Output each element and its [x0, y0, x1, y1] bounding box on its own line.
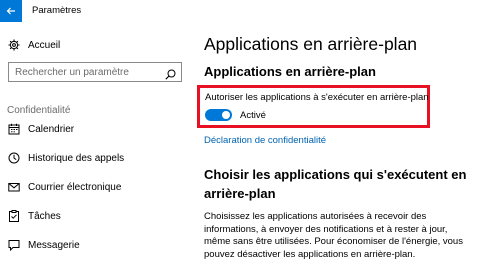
choose-apps-heading: Choisir les applications qui s'exécutent… [204, 167, 467, 201]
sidebar: Accueil Confidentialité Calendrier [0, 22, 190, 266]
search-icon[interactable] [165, 67, 176, 80]
toggle-state-label: Activé [240, 110, 266, 121]
mail-icon [8, 181, 20, 193]
back-button[interactable] [0, 0, 22, 22]
calendar-icon [8, 123, 20, 135]
section-label: Confidentialité [7, 105, 71, 116]
sidebar-item-label: Messagerie [28, 239, 80, 251]
tasks-icon [8, 210, 20, 222]
sidebar-item-label: Historique des appels [28, 152, 125, 164]
title-bar: Paramètres [0, 0, 480, 22]
call-history-icon [8, 152, 20, 164]
choose-apps-description: Choisissez les applications autorisées à… [204, 211, 463, 260]
background-apps-toggle[interactable] [205, 109, 232, 121]
window-title: Paramètres [32, 5, 82, 16]
section-heading: Applications en arrière-plan [204, 64, 376, 79]
sidebar-item-tasks[interactable]: Tâches [0, 205, 190, 227]
sidebar-item-label: Calendrier [28, 123, 75, 135]
sidebar-item-call-history[interactable]: Historique des appels [0, 147, 190, 169]
toggle-label: Autoriser les applications à s'exécuter … [205, 92, 429, 103]
sidebar-item-email[interactable]: Courrier électronique [0, 176, 190, 198]
sidebar-item-calendar[interactable]: Calendrier [0, 118, 190, 140]
sidebar-item-label: Accueil [28, 39, 61, 51]
page-title: Applications en arrière-plan [204, 34, 418, 54]
gear-icon [8, 39, 20, 51]
sidebar-item-label: Tâches [28, 210, 61, 222]
sidebar-item-home[interactable]: Accueil [0, 34, 190, 56]
search-input[interactable] [9, 63, 163, 81]
back-arrow-icon [6, 7, 15, 15]
sidebar-item-messaging[interactable]: Messagerie [0, 234, 190, 256]
sidebar-item-label: Courrier électronique [28, 181, 122, 193]
messaging-icon [8, 239, 20, 251]
search-box [8, 62, 182, 82]
toggle-knob [222, 111, 230, 119]
privacy-statement-link[interactable]: Déclaration de confidentialité [204, 135, 326, 146]
